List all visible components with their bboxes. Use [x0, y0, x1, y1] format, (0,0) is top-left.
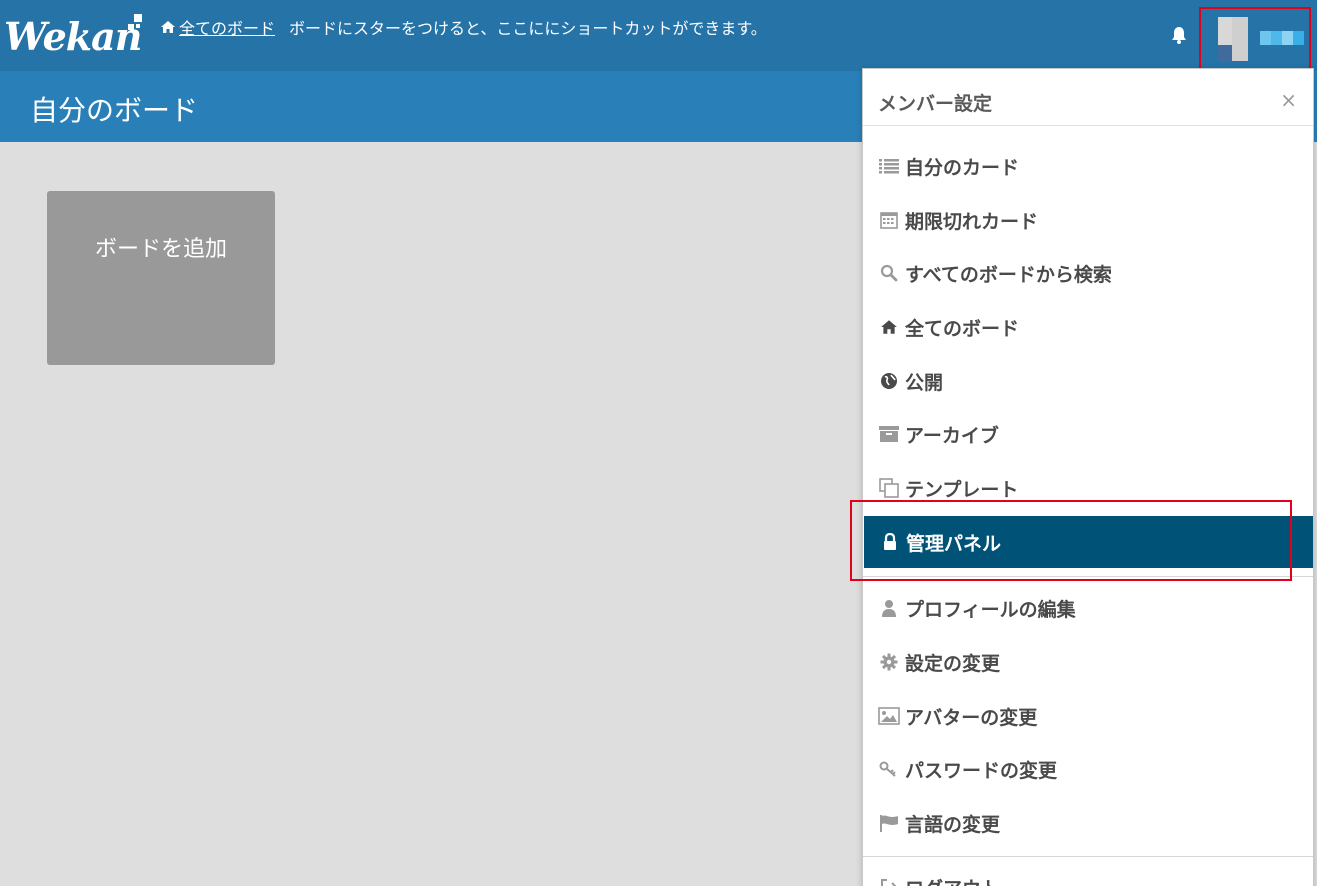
menu-item-label: アバターの変更	[905, 706, 1038, 729]
avatar	[1218, 17, 1248, 61]
list-icon	[878, 156, 900, 176]
menu-item-label: テンプレート	[905, 478, 1019, 501]
gear-icon	[878, 652, 900, 672]
menu-item-overdue-cards[interactable]: 期限切れカード	[863, 194, 1313, 246]
menu-item-change-settings[interactable]: 設定の変更	[863, 636, 1313, 688]
all-boards-link-label: 全てのボード	[179, 19, 276, 38]
page-title: 自分のボード	[30, 94, 199, 127]
popup-title: メンバー設定	[878, 93, 993, 115]
menu-item-label: 期限切れカード	[905, 210, 1039, 233]
top-header: Wekan 全てのボード ボードにスターをつけると、ここににショートカットができ…	[0, 0, 1317, 71]
menu-item-change-language[interactable]: 言語の変更	[863, 797, 1313, 849]
menu-item-label: 全てのボード	[905, 317, 1020, 340]
menu-item-label: パスワードの変更	[905, 759, 1058, 782]
user-name	[1260, 31, 1304, 45]
menu-item-label: 公開	[905, 371, 944, 394]
menu-divider	[863, 856, 1313, 857]
menu-item-label: プロフィールの編集	[905, 598, 1076, 621]
menu-item-change-avatar[interactable]: アバターの変更	[863, 690, 1313, 742]
popup-header: メンバー設定 ×	[863, 69, 1313, 126]
menu-item-label: ログアウト	[905, 874, 1000, 886]
flag-icon	[878, 813, 900, 833]
logo-text: Wekan	[4, 14, 142, 59]
menu-item-label: 管理パネル	[906, 532, 1002, 555]
menu-item-archive[interactable]: アーカイブ	[863, 408, 1313, 460]
menu-item-all-boards[interactable]: 全てのボード	[863, 301, 1313, 353]
all-boards-link[interactable]: 全てのボード	[160, 15, 275, 39]
menu-item-logout[interactable]: ログアウト	[863, 861, 1313, 886]
lock-icon	[879, 532, 901, 552]
clone-icon	[878, 478, 900, 498]
menu-item-public[interactable]: 公開	[863, 355, 1313, 407]
member-settings-popup: メンバー設定 × 自分のカード 期限切れカード すべてのボードから検索 全てのボ…	[862, 68, 1314, 886]
globe-icon	[878, 371, 900, 391]
menu-item-my-cards[interactable]: 自分のカード	[863, 140, 1313, 192]
archive-icon	[878, 424, 900, 444]
user-icon	[878, 598, 900, 618]
search-icon	[878, 263, 900, 283]
menu-item-label: アーカイブ	[905, 424, 999, 447]
key-icon	[878, 759, 900, 779]
logout-icon	[878, 877, 900, 886]
menu-item-label: 言語の変更	[905, 813, 1001, 836]
menu-divider	[863, 576, 1313, 577]
user-menu-button[interactable]	[1199, 7, 1311, 70]
bell-icon[interactable]	[1169, 25, 1189, 45]
menu-item-admin-panel[interactable]: 管理パネル	[864, 516, 1313, 568]
menu-item-label: すべてのボードから検索	[905, 263, 1112, 286]
home-icon	[878, 317, 900, 337]
menu-item-global-search[interactable]: すべてのボードから検索	[863, 247, 1313, 299]
menu-item-change-password[interactable]: パスワードの変更	[863, 743, 1313, 795]
close-icon[interactable]: ×	[1280, 88, 1297, 112]
picture-icon	[878, 706, 900, 726]
menu-item-label: 設定の変更	[905, 652, 1001, 675]
add-board-tile[interactable]: ボードを追加	[47, 191, 275, 365]
menu-item-label: 自分のカード	[905, 156, 1020, 179]
header-quick-access: 全てのボード ボードにスターをつけると、ここににショートカットができます。	[160, 16, 767, 38]
menu-item-templates[interactable]: テンプレート	[863, 462, 1313, 514]
home-icon	[161, 21, 175, 33]
calendar-icon	[878, 210, 900, 230]
menu-item-edit-profile[interactable]: プロフィールの編集	[863, 582, 1313, 634]
wekan-logo[interactable]: Wekan	[4, 10, 149, 60]
star-hint-text: ボードにスターをつけると、ここににショートカットができます。	[289, 19, 767, 38]
